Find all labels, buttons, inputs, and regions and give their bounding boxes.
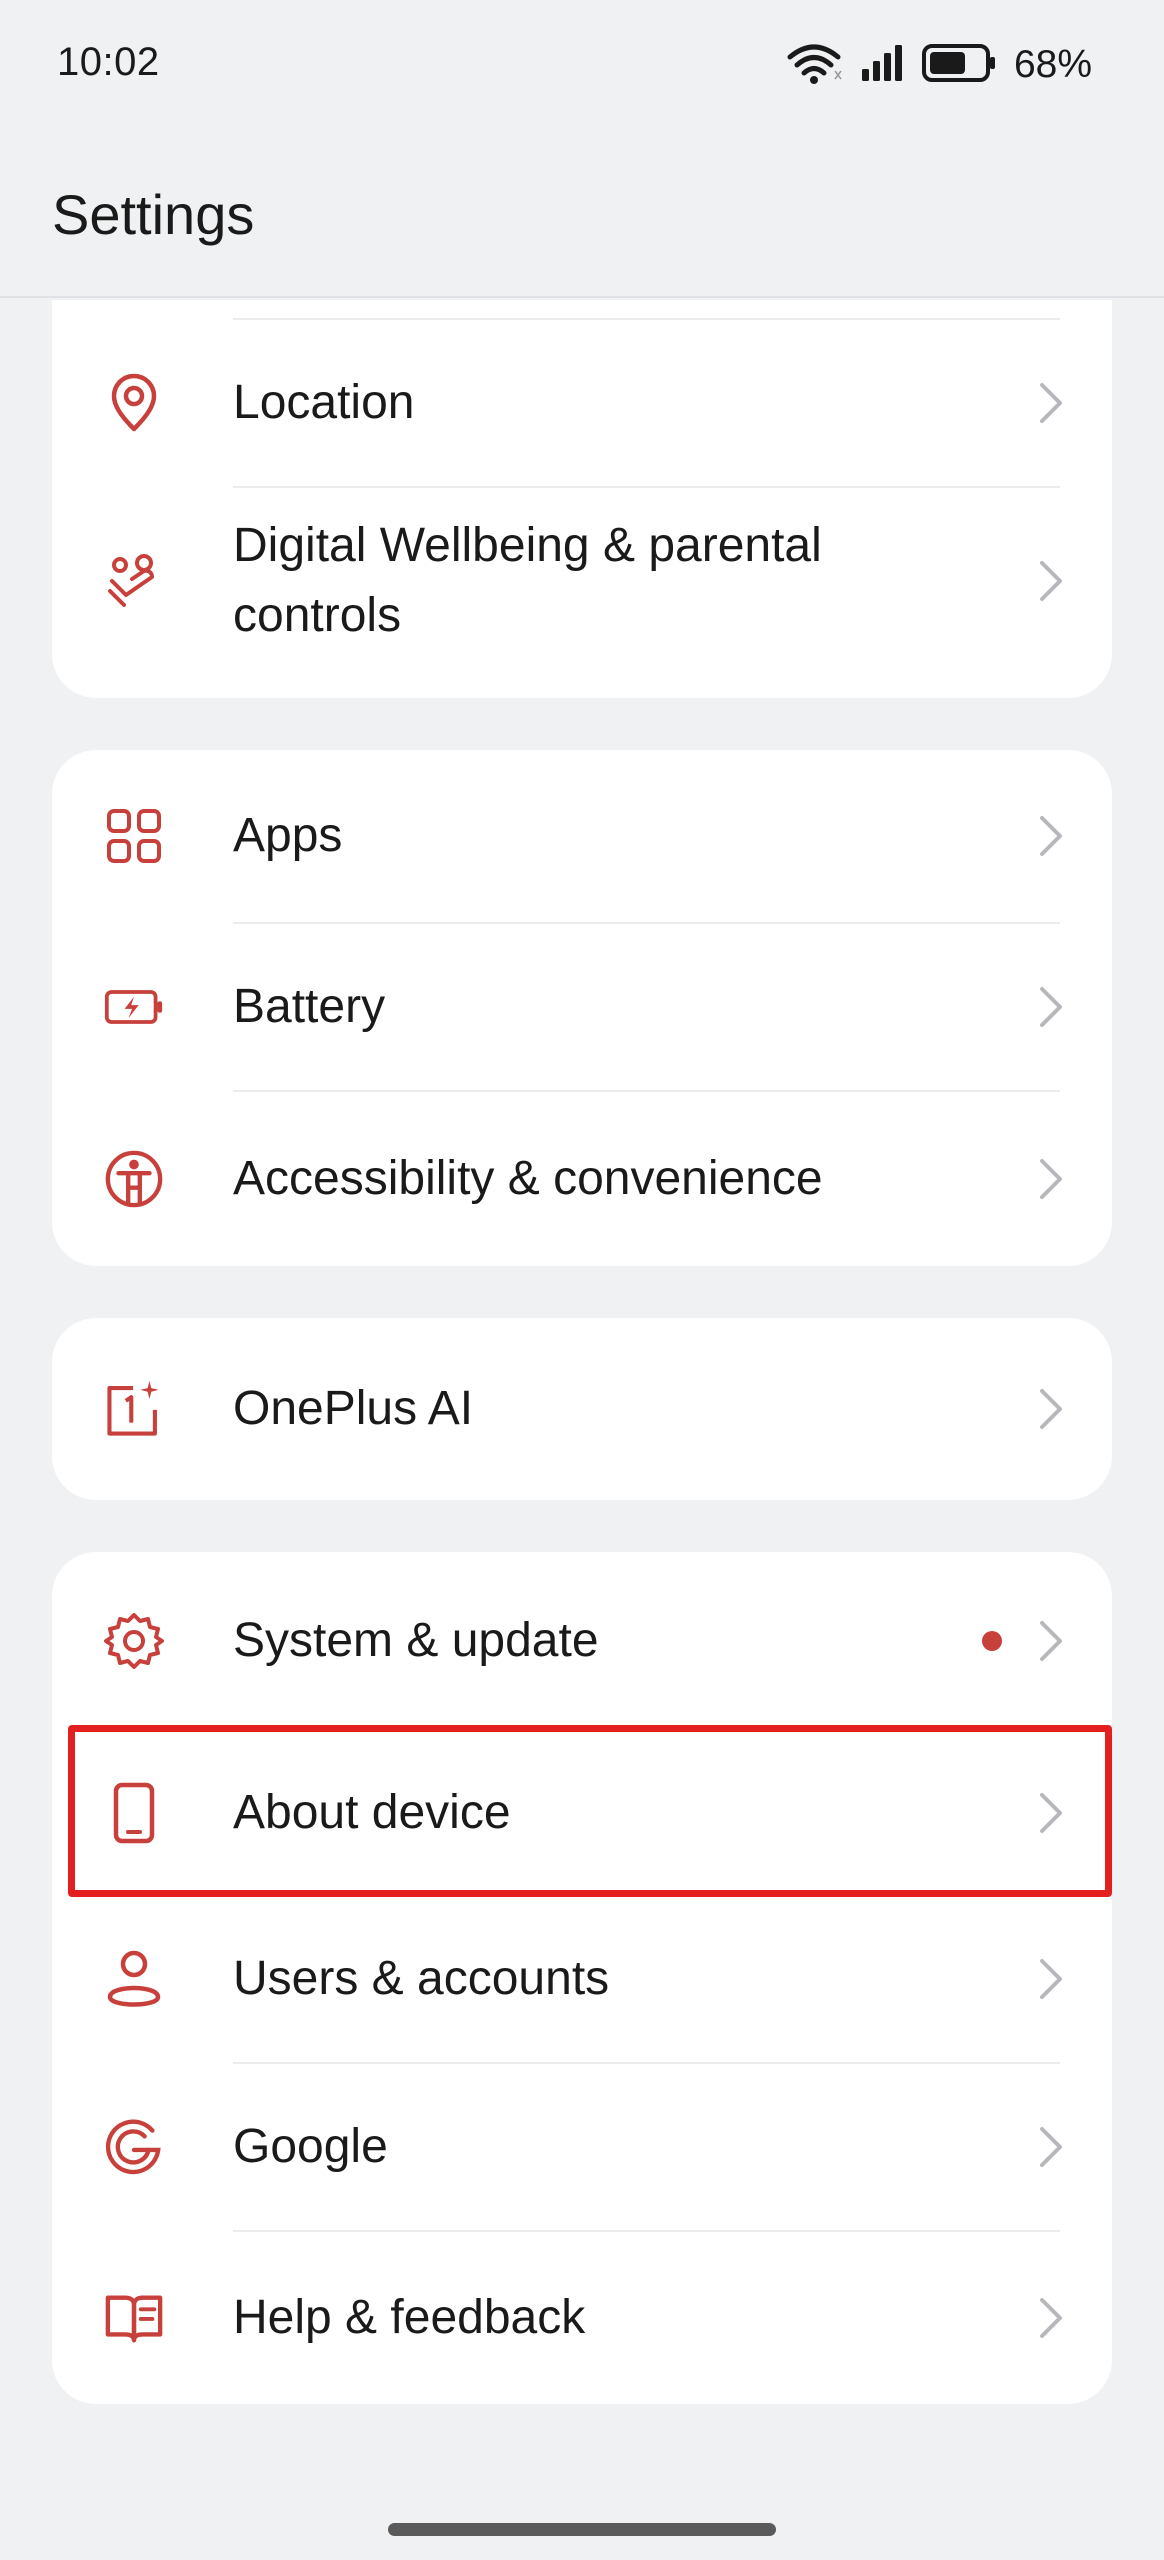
settings-item-label: Location: [233, 376, 415, 429]
status-time: 10:02: [57, 40, 160, 84]
user-icon: [104, 1949, 164, 2009]
settings-item-digital-wellbeing[interactable]: Digital Wellbeing & parental controls: [52, 488, 1112, 674]
settings-item-label: System & update: [233, 1614, 599, 1667]
chevron-right-icon: [1040, 561, 1062, 601]
chevron-right-icon: [1040, 2127, 1062, 2167]
home-indicator[interactable]: [388, 2523, 776, 2536]
settings-item-oneplus-ai[interactable]: OnePlus AI: [52, 1318, 1112, 1500]
oneplus-ai-icon: [104, 1379, 164, 1439]
settings-item-label: Users & accounts: [233, 1952, 610, 2005]
battery-charging-icon: [104, 977, 164, 1037]
settings-group-3: OnePlus AI: [52, 1318, 1112, 1500]
chevron-right-icon: [1040, 987, 1062, 1027]
settings-item-apps[interactable]: Apps: [52, 750, 1112, 922]
chevron-right-icon: [1040, 1389, 1062, 1429]
apps-grid-icon: [104, 806, 164, 866]
settings-item-label: Apps: [233, 809, 343, 862]
chevron-right-icon: [1040, 1621, 1062, 1661]
gear-icon: [104, 1611, 164, 1671]
settings-item-google[interactable]: Google: [52, 2064, 1112, 2230]
chevron-right-icon: [1040, 383, 1062, 423]
settings-item-label: Accessibility & convenience: [233, 1152, 823, 1205]
chevron-right-icon: [1040, 2298, 1062, 2338]
settings-item-label: OnePlus AI: [233, 1382, 474, 1435]
help-book-icon: [104, 2288, 164, 2348]
page-title: Settings: [52, 183, 255, 246]
settings-item-label: Battery: [233, 980, 386, 1033]
settings-item-location[interactable]: Location: [52, 320, 1112, 486]
location-pin-icon: [104, 373, 164, 433]
chevron-right-icon: [1040, 1959, 1062, 1999]
settings-item-help-feedback[interactable]: Help & feedback: [52, 2232, 1112, 2404]
status-icons: 68%: [786, 40, 1092, 90]
settings-group-4: System & update About device Users & acc…: [52, 1552, 1112, 2404]
accessibility-icon: [104, 1149, 164, 1209]
wifi-icon: [786, 41, 842, 90]
settings-item-system-update[interactable]: System & update: [52, 1552, 1112, 1730]
settings-item-label: Google: [233, 2120, 388, 2173]
notification-dot: [982, 1631, 1002, 1651]
settings-item-battery[interactable]: Battery: [52, 924, 1112, 1090]
wellbeing-hearts-icon: [104, 551, 164, 611]
settings-item-label: Digital Wellbeing & parental controls: [233, 519, 822, 642]
settings-group-1: Location Digital Wellbeing & parental co…: [52, 300, 1112, 698]
settings-item-accessibility[interactable]: Accessibility & convenience: [52, 1092, 1112, 1266]
chevron-right-icon: [1040, 816, 1062, 856]
google-icon: [104, 2117, 164, 2177]
battery-icon: [921, 43, 996, 87]
battery-percent: 68%: [1013, 43, 1092, 86]
settings-item-users-accounts[interactable]: Users & accounts: [52, 1896, 1112, 2062]
header: Settings: [0, 130, 1164, 298]
status-bar: 10:02 68%: [0, 0, 1164, 130]
settings-group-2: Apps Battery Accessibility & convenience: [52, 750, 1112, 1266]
highlight-box-about-device: [68, 1725, 1112, 1897]
settings-item-label: Help & feedback: [233, 2291, 586, 2344]
chevron-right-icon: [1040, 1159, 1062, 1199]
cellular-signal-icon: [860, 43, 904, 88]
